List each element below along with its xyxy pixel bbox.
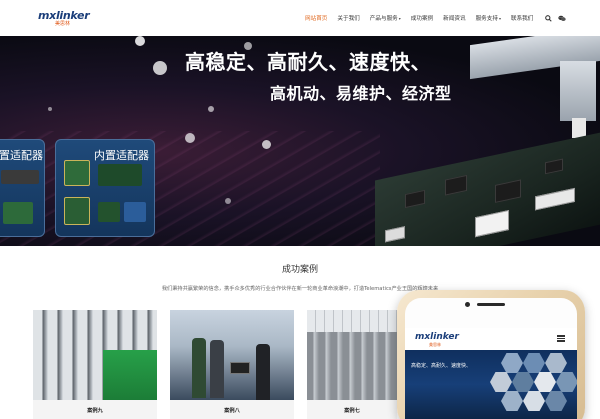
nav-label: 产品与服务 xyxy=(369,16,398,22)
product-card-external-adapter[interactable]: 置适配器 xyxy=(0,139,45,237)
search-icon[interactable] xyxy=(543,13,553,23)
adapter-device-image xyxy=(1,170,39,184)
case-label: 案例九 xyxy=(87,408,103,414)
phone-speaker xyxy=(477,303,505,306)
nav-item-contact[interactable]: 联系我们 xyxy=(511,14,533,22)
wechat-icon[interactable] xyxy=(557,13,567,23)
product-card-internal-adapter[interactable]: 内置适配器 xyxy=(55,139,155,237)
nav-label: 新闻资讯 xyxy=(443,16,466,22)
hex-tile-image xyxy=(490,372,512,392)
phone-screen: mxlinker 美思林 高稳定、高耐久、速度快、 xyxy=(405,328,577,419)
section-title: 成功案例 xyxy=(281,265,318,275)
hero-headline-2: 高机动、易维护、经济型 xyxy=(270,84,452,103)
module-image xyxy=(124,202,146,222)
nav-item-home[interactable]: 网站首页 xyxy=(305,14,327,22)
module-image xyxy=(98,164,142,186)
case-image xyxy=(170,310,294,400)
nav-item-products[interactable]: 产品与服务 ▾ xyxy=(369,14,401,23)
mobile-hero-text: 高稳定、高耐久、速度快、 xyxy=(411,363,472,369)
module-image xyxy=(98,202,120,222)
robot-arm-image xyxy=(560,61,596,121)
site-header: mxlinker 美思林 网站首页 关于我们 产品与服务 ▾ 成功案例 新闻资讯 … xyxy=(0,0,600,36)
hex-tile-image xyxy=(556,372,577,392)
site-logo[interactable]: mxlinker 美思林 xyxy=(38,9,90,27)
nav-item-about[interactable]: 关于我们 xyxy=(337,14,359,22)
hero-bokeh-dot xyxy=(153,61,167,75)
main-nav: 网站首页 关于我们 产品与服务 ▾ 成功案例 新闻资讯 服务支持 ▾ 联系我们 xyxy=(305,0,571,36)
nav-label: 联系我们 xyxy=(510,16,534,22)
hero-bokeh-dot xyxy=(262,140,271,149)
nav-label: 成功案例 xyxy=(410,16,434,22)
hex-tile-image xyxy=(523,391,545,411)
nav-label: 网站首页 xyxy=(305,16,328,22)
nav-item-support[interactable]: 服务支持 ▾ xyxy=(475,14,501,23)
hero-bokeh-dot xyxy=(48,107,52,111)
hero-bokeh-dot xyxy=(185,133,195,143)
circuit-board-image xyxy=(375,131,600,246)
hero-bokeh-dot xyxy=(208,106,214,112)
module-image xyxy=(64,197,90,225)
hex-tile-image xyxy=(523,353,545,373)
hex-tile-image xyxy=(545,391,567,411)
module-image xyxy=(64,160,90,186)
hero-banner: 高稳定、高耐久、速度快、 高机动、易维护、经济型 置适配器 内置适配器 xyxy=(0,36,600,246)
hex-tile-image xyxy=(501,353,523,373)
chevron-down-icon: ▾ xyxy=(398,15,401,21)
hero-headline-1: 高稳定、高耐久、速度快、 xyxy=(185,50,431,74)
chevron-down-icon: ▾ xyxy=(498,15,501,21)
card-title: 置适配器 xyxy=(0,149,43,162)
nav-label: 关于我们 xyxy=(337,16,360,22)
nav-item-cases[interactable]: 成功案例 xyxy=(411,14,433,22)
hex-tile-image xyxy=(545,353,567,373)
hero-bokeh-dot xyxy=(225,198,231,204)
case-label: 案例七 xyxy=(344,408,360,414)
hex-tile-image xyxy=(501,391,523,411)
nav-item-news[interactable]: 新闻资讯 xyxy=(443,14,465,22)
mobile-logo-text: mxlinker xyxy=(415,332,459,342)
nav-label: 服务支持 xyxy=(475,16,498,22)
case-image-detail xyxy=(307,310,397,332)
case-card[interactable]: 案例八 xyxy=(170,310,294,419)
logo-subtext: 美思林 xyxy=(55,21,71,27)
case-card[interactable]: 案例九 xyxy=(33,310,157,419)
case-image-screen xyxy=(230,362,250,374)
page: mxlinker 美思林 网站首页 关于我们 产品与服务 ▾ 成功案例 新闻资讯 … xyxy=(0,0,600,419)
case-label: 案例八 xyxy=(224,408,240,414)
phone-camera xyxy=(465,302,470,307)
case-image-person xyxy=(192,338,206,398)
card-title: 内置适配器 xyxy=(94,149,149,162)
hex-tile-image xyxy=(512,372,534,392)
case-image-person xyxy=(256,344,270,400)
hero-bokeh-dot xyxy=(135,36,145,46)
mobile-logo-subtext: 美思林 xyxy=(429,342,441,347)
case-image-detail xyxy=(103,350,157,400)
adapter-board-image xyxy=(3,202,33,224)
case-card[interactable]: 案例七 xyxy=(307,310,397,419)
case-image-person xyxy=(210,340,224,398)
hex-tile-image xyxy=(534,372,556,392)
menu-icon[interactable] xyxy=(557,334,567,342)
mobile-hero: 高稳定、高耐久、速度快、 xyxy=(405,350,577,419)
